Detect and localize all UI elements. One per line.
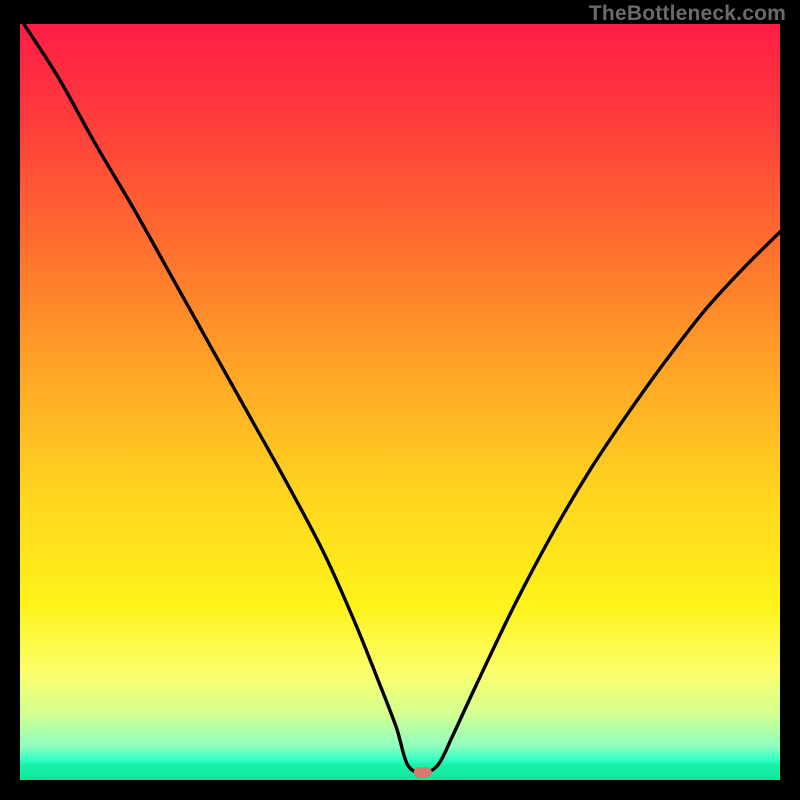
watermark-text: TheBottleneck.com xyxy=(589,2,786,26)
chart-stage: TheBottleneck.com xyxy=(0,0,800,800)
bottleneck-curve xyxy=(24,24,780,772)
minimum-marker xyxy=(414,767,432,778)
chart-svg xyxy=(20,24,780,780)
